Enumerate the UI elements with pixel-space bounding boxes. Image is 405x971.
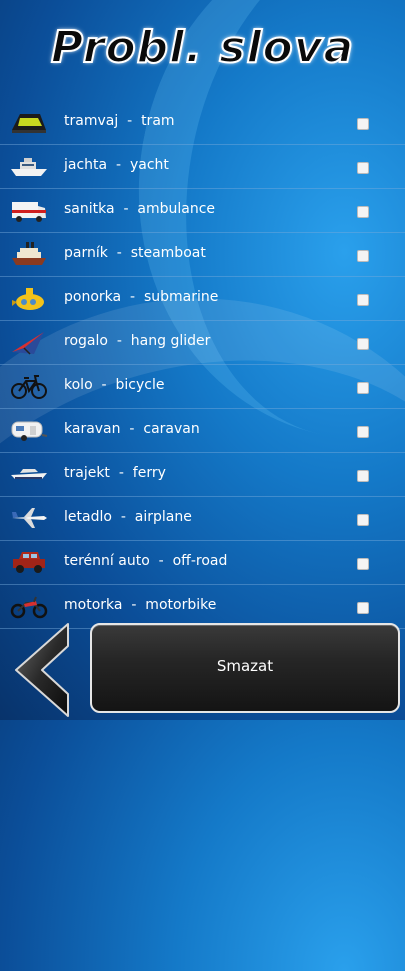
yacht-icon <box>10 151 48 181</box>
tram-icon <box>10 107 48 137</box>
item-label: rogalo - hang glider <box>64 333 211 349</box>
list-item[interactable]: kolo - bicycle <box>0 365 405 409</box>
item-label: tramvaj - tram <box>64 113 175 129</box>
back-button[interactable] <box>10 620 72 720</box>
list-item[interactable]: sanitka - ambulance <box>0 189 405 233</box>
item-checkbox[interactable] <box>357 162 369 174</box>
item-label: letadlo - airplane <box>64 509 192 525</box>
list-item[interactable]: rogalo - hang glider <box>0 321 405 365</box>
item-checkbox[interactable] <box>357 558 369 570</box>
list-item[interactable]: parník - steamboat <box>0 233 405 277</box>
word-list: tramvaj - tram jachta - yacht sanitka - … <box>0 101 405 629</box>
back-arrow-icon <box>15 623 69 717</box>
item-checkbox[interactable] <box>357 514 369 526</box>
item-label: motorka - motorbike <box>64 597 217 613</box>
item-checkbox[interactable] <box>357 426 369 438</box>
item-checkbox[interactable] <box>357 338 369 350</box>
bicycle-icon <box>10 371 48 401</box>
list-item[interactable]: letadlo - airplane <box>0 497 405 541</box>
page-title: Probl. slova <box>50 21 355 74</box>
delete-button[interactable]: Smazat <box>90 623 400 713</box>
motorbike-icon <box>10 591 48 621</box>
item-checkbox[interactable] <box>357 206 369 218</box>
item-label: jachta - yacht <box>64 157 169 173</box>
list-item[interactable]: tramvaj - tram <box>0 101 405 145</box>
list-item[interactable]: karavan - caravan <box>0 409 405 453</box>
list-item[interactable]: trajekt - ferry <box>0 453 405 497</box>
delete-button-label: Smazat <box>216 657 274 675</box>
ferry-icon <box>10 459 48 489</box>
steamboat-icon <box>10 239 48 269</box>
list-item[interactable]: terénní auto - off-road <box>0 541 405 585</box>
list-item[interactable]: ponorka - submarine <box>0 277 405 321</box>
list-item[interactable]: jachta - yacht <box>0 145 405 189</box>
item-checkbox[interactable] <box>357 470 369 482</box>
airplane-icon <box>10 503 48 533</box>
item-label: terénní auto - off-road <box>64 553 228 569</box>
item-checkbox[interactable] <box>357 602 369 614</box>
item-label: sanitka - ambulance <box>64 201 216 217</box>
off-road-car-icon <box>10 547 48 577</box>
hang-glider-icon <box>10 327 48 357</box>
item-checkbox[interactable] <box>357 118 369 130</box>
item-label: ponorka - submarine <box>64 289 219 305</box>
item-checkbox[interactable] <box>357 294 369 306</box>
caravan-icon <box>10 415 48 445</box>
item-label: trajekt - ferry <box>64 465 166 481</box>
submarine-icon <box>10 283 48 313</box>
item-checkbox[interactable] <box>357 250 369 262</box>
item-label: parník - steamboat <box>64 245 206 261</box>
item-checkbox[interactable] <box>357 382 369 394</box>
ambulance-icon <box>10 195 48 225</box>
item-label: karavan - caravan <box>64 421 200 437</box>
item-label: kolo - bicycle <box>64 377 165 393</box>
